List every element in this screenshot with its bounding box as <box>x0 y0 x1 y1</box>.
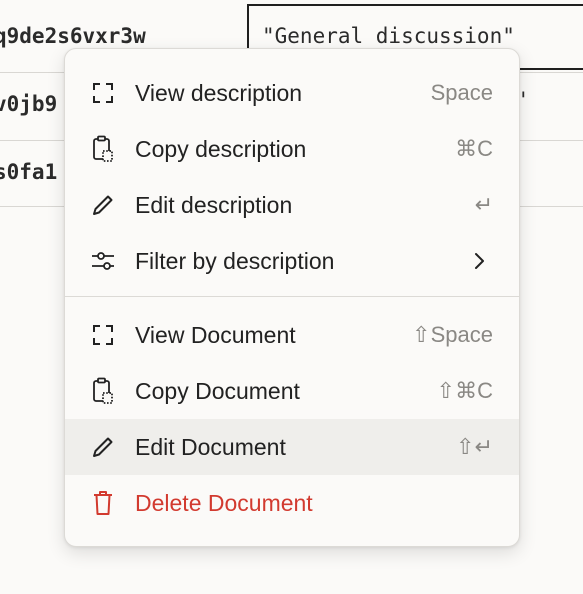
menu-item-edit-document[interactable]: Edit Document ⇧↵ <box>65 419 519 475</box>
expand-icon <box>89 321 117 349</box>
menu-item-label: Copy Document <box>135 378 300 404</box>
pencil-icon <box>89 433 117 461</box>
menu-item-label: Copy description <box>135 136 307 162</box>
pencil-icon <box>89 191 117 219</box>
document-id-cell[interactable]: v0jb9 <box>0 92 57 116</box>
menu-item-delete-document[interactable]: Delete Document <box>65 475 519 531</box>
menu-item-edit-description[interactable]: Edit description ↵ <box>65 177 519 233</box>
screen: q9de2s6vxr3w "General discussion" v0jb9 … <box>0 0 583 594</box>
menu-item-view-document[interactable]: View Document ⇧Space <box>65 307 519 363</box>
keyboard-shortcut: Space <box>430 80 493 105</box>
menu-item-label: Edit description <box>135 192 293 218</box>
filter-sliders-icon <box>89 247 117 275</box>
menu-item-label: Delete Document <box>135 490 313 516</box>
menu-item-copy-document[interactable]: Copy Document ⇧⌘C <box>65 363 519 419</box>
clipboard-icon <box>89 135 117 163</box>
menu-item-label: View Document <box>135 322 296 348</box>
document-id-cell[interactable]: q9de2s6vxr3w <box>0 24 146 48</box>
keyboard-shortcut: ⇧↵ <box>456 434 493 459</box>
expand-icon <box>89 79 117 107</box>
menu-item-label: View description <box>135 80 303 106</box>
clipboard-icon <box>89 377 117 405</box>
menu-item-label: Filter by description <box>135 248 335 274</box>
chevron-right-icon <box>467 249 491 273</box>
trash-icon <box>89 489 117 517</box>
keyboard-shortcut: ⇧⌘C <box>436 378 493 403</box>
keyboard-shortcut: ⇧Space <box>412 322 493 347</box>
menu-item-view-description[interactable]: View description Space <box>65 65 519 121</box>
keyboard-shortcut: ↵ <box>474 192 493 217</box>
menu-item-label: Edit Document <box>135 434 286 460</box>
field-actions-group: View description Space Copy description … <box>65 65 519 289</box>
document-id-cell[interactable]: s0fa1 <box>0 160 57 184</box>
context-menu: View description Space Copy description … <box>64 48 520 547</box>
menu-item-filter-by-description[interactable]: Filter by description <box>65 233 519 289</box>
menu-separator <box>65 296 519 297</box>
menu-item-copy-description[interactable]: Copy description ⌘C <box>65 121 519 177</box>
keyboard-shortcut: ⌘C <box>455 136 493 161</box>
document-actions-group: View Document ⇧Space Copy Document ⇧⌘C E… <box>65 307 519 531</box>
